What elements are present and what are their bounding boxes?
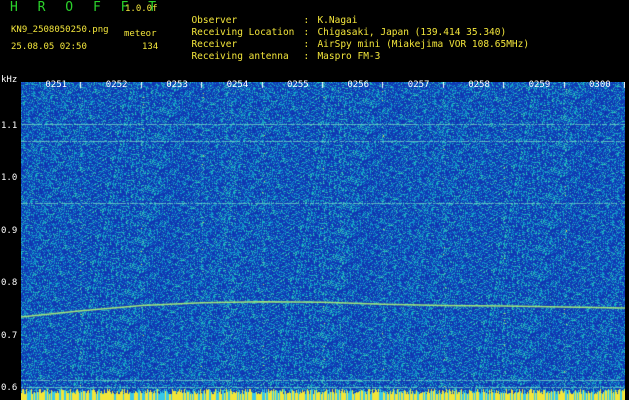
- x-tick-label: 0258: [468, 80, 490, 90]
- file-name: KN9_2508050250.png: [11, 25, 109, 35]
- info-value: Maspro FM-3: [317, 51, 381, 62]
- x-tick-label: 0253: [166, 80, 188, 90]
- info-key: Receiving antenna: [191, 51, 289, 62]
- meteor-label: meteor: [124, 29, 157, 39]
- y-tick-label: 0.6: [1, 383, 18, 394]
- meteor-count: 134: [142, 42, 159, 52]
- x-tick-label: 0256: [347, 80, 370, 90]
- x-axis-ticks: 0251 0252 0253 0254 0255 0256 0257 0258 0259 0300: [21, 80, 625, 94]
- x-tick-label: 0254: [226, 80, 249, 90]
- spectrogram-plot: [21, 82, 625, 400]
- x-tick-label: 0252: [105, 80, 128, 90]
- x-tick-label: 0259: [528, 80, 551, 90]
- x-tick-label: 0257: [407, 80, 430, 90]
- y-tick-label: 0.7: [1, 330, 18, 341]
- y-tick-label: 0.9: [1, 225, 18, 236]
- spectrogram-canvas: [21, 82, 625, 400]
- info-antenna: Receiving antenna: Maspro FM-3: [191, 51, 381, 62]
- y-axis-unit: kHz: [1, 75, 18, 85]
- x-tick-label: 0255: [287, 80, 309, 90]
- date-time: 25.08.05 02:50: [11, 42, 87, 52]
- x-tick-label: 0300: [589, 80, 611, 90]
- y-tick-label: 1.0: [1, 173, 18, 184]
- y-tick-label: 0.8: [1, 278, 18, 289]
- version-label: 1.0.0f: [125, 4, 158, 14]
- y-tick-label: 1.1: [1, 120, 18, 131]
- x-tick-label: 0251: [45, 80, 68, 90]
